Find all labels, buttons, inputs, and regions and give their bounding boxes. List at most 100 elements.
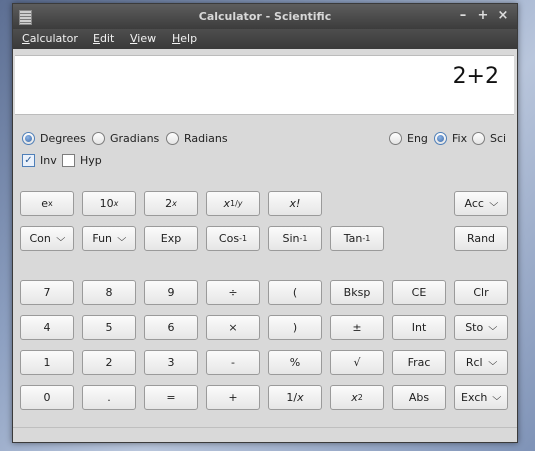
radio-sci[interactable]: Sci xyxy=(472,132,506,145)
menu-view-label: iew xyxy=(137,32,157,45)
acc-dropdown[interactable]: Acc ⌵ xyxy=(454,191,508,216)
open-paren-button[interactable]: ( xyxy=(268,280,322,305)
chevron-down-icon: ⌵ xyxy=(488,322,498,333)
radio-fix-label: Fix xyxy=(452,132,468,145)
radio-eng-indicator xyxy=(389,132,402,145)
chevron-down-icon: ⌵ xyxy=(492,392,502,403)
radio-eng-label: Eng xyxy=(407,132,428,145)
checkbox-inv-label: Inv xyxy=(40,154,57,167)
menu-edit[interactable]: Edit xyxy=(93,32,114,45)
digit-4-button[interactable]: 4 xyxy=(20,315,74,340)
title-bar[interactable]: Calculator - Scientific – + × xyxy=(13,4,517,29)
inverse-sin-button[interactable]: Sin -1 xyxy=(268,226,322,251)
pow10-button[interactable]: 10 x xyxy=(82,191,136,216)
decimal-point-button[interactable]: . xyxy=(82,385,136,410)
digit-6-button[interactable]: 6 xyxy=(144,315,198,340)
menu-calculator-mnemonic: C xyxy=(22,32,30,45)
checkbox-hyp[interactable]: Hyp xyxy=(62,154,102,167)
fun-dropdown[interactable]: Fun ⌵ xyxy=(82,226,136,251)
sto-dropdown[interactable]: Sto ⌵ xyxy=(454,315,508,340)
status-bar xyxy=(13,427,517,442)
menu-calculator[interactable]: Calculator xyxy=(22,32,78,45)
checkmark-icon: ✓ xyxy=(22,154,35,167)
plus-button[interactable]: + xyxy=(206,385,260,410)
exch-dropdown[interactable]: Exch ⌵ xyxy=(454,385,508,410)
radio-gradians-indicator xyxy=(92,132,105,145)
inverse-tan-button[interactable]: Tan -1 xyxy=(330,226,384,251)
exp-button[interactable]: Exp xyxy=(144,226,198,251)
radio-degrees[interactable]: Degrees xyxy=(22,132,86,145)
checkbox-hyp-box xyxy=(62,154,75,167)
clear-entry-button[interactable]: CE xyxy=(392,280,446,305)
chevron-down-icon: ⌵ xyxy=(487,357,497,368)
maximize-button[interactable]: + xyxy=(476,9,490,23)
sto-label: Sto xyxy=(465,321,484,334)
chevron-down-icon: ⌵ xyxy=(117,233,127,244)
radio-radians[interactable]: Radians xyxy=(166,132,228,145)
menu-help[interactable]: Help xyxy=(172,32,197,45)
digit-5-button[interactable]: 5 xyxy=(82,315,136,340)
percent-button[interactable]: % xyxy=(268,350,322,375)
digit-0-button[interactable]: 0 xyxy=(20,385,74,410)
fun-label: Fun xyxy=(92,232,113,245)
radio-degrees-indicator xyxy=(22,132,35,145)
minus-button[interactable]: - xyxy=(206,350,260,375)
divide-button[interactable]: ÷ xyxy=(206,280,260,305)
sqrt-button[interactable]: √ xyxy=(330,350,384,375)
abs-button[interactable]: Abs xyxy=(392,385,446,410)
window-title: Calculator - Scientific xyxy=(198,10,332,23)
radio-eng[interactable]: Eng xyxy=(389,132,428,145)
rand-button[interactable]: Rand xyxy=(454,226,508,251)
checkbox-inv[interactable]: ✓ Inv xyxy=(22,154,57,167)
acc-label: Acc xyxy=(464,197,484,210)
con-label: Con xyxy=(29,232,51,245)
menu-edit-label: dit xyxy=(99,32,115,45)
digit-2-button[interactable]: 2 xyxy=(82,350,136,375)
rcl-dropdown[interactable]: Rcl ⌵ xyxy=(454,350,508,375)
minimize-button[interactable]: – xyxy=(456,9,470,23)
equals-button[interactable]: = xyxy=(144,385,198,410)
digit-3-button[interactable]: 3 xyxy=(144,350,198,375)
multiply-button[interactable]: × xyxy=(206,315,260,340)
radio-sci-label: Sci xyxy=(490,132,507,145)
change-sign-button[interactable]: ± xyxy=(330,315,384,340)
radio-fix[interactable]: Fix xyxy=(434,132,467,145)
backspace-button[interactable]: Bksp xyxy=(330,280,384,305)
inverse-cos-button[interactable]: Cos -1 xyxy=(206,226,260,251)
calculator-window: Calculator - Scientific – + × Calculator… xyxy=(12,3,518,443)
int-button[interactable]: Int xyxy=(392,315,446,340)
calculator-display: 2+2 xyxy=(15,55,514,115)
reciprocal-button[interactable]: 1/x xyxy=(268,385,322,410)
frac-button[interactable]: Frac xyxy=(392,350,446,375)
radio-degrees-label: Degrees xyxy=(40,132,86,145)
close-paren-button[interactable]: ) xyxy=(268,315,322,340)
display-value: 2+2 xyxy=(452,64,499,89)
pow2-button[interactable]: 2x xyxy=(144,191,198,216)
radio-fix-indicator xyxy=(434,132,447,145)
exch-label: Exch xyxy=(461,391,488,404)
menu-help-label: elp xyxy=(180,32,198,45)
radio-radians-indicator xyxy=(166,132,179,145)
checkbox-hyp-label: Hyp xyxy=(80,154,102,167)
factorial-button[interactable]: x! xyxy=(268,191,322,216)
menu-view[interactable]: View xyxy=(130,32,156,45)
digit-9-button[interactable]: 9 xyxy=(144,280,198,305)
square-button[interactable]: x2 xyxy=(330,385,384,410)
digit-8-button[interactable]: 8 xyxy=(82,280,136,305)
factorial-label: x! xyxy=(289,197,301,210)
digit-1-button[interactable]: 1 xyxy=(20,350,74,375)
chevron-down-icon: ⌵ xyxy=(56,233,66,244)
rcl-label: Rcl xyxy=(465,356,483,369)
root-y-button[interactable]: x 1/y xyxy=(206,191,260,216)
radio-radians-label: Radians xyxy=(184,132,228,145)
con-dropdown[interactable]: Con ⌵ xyxy=(20,226,74,251)
chevron-down-icon: ⌵ xyxy=(489,198,499,209)
menu-calculator-label: alculator xyxy=(29,32,78,45)
exp-e-button[interactable]: ex xyxy=(20,191,74,216)
radio-gradians-label: Gradians xyxy=(110,132,160,145)
menu-bar: Calculator Edit View Help xyxy=(13,29,517,49)
clear-button[interactable]: Clr xyxy=(454,280,508,305)
close-button[interactable]: × xyxy=(496,9,510,23)
radio-gradians[interactable]: Gradians xyxy=(92,132,159,145)
digit-7-button[interactable]: 7 xyxy=(20,280,74,305)
